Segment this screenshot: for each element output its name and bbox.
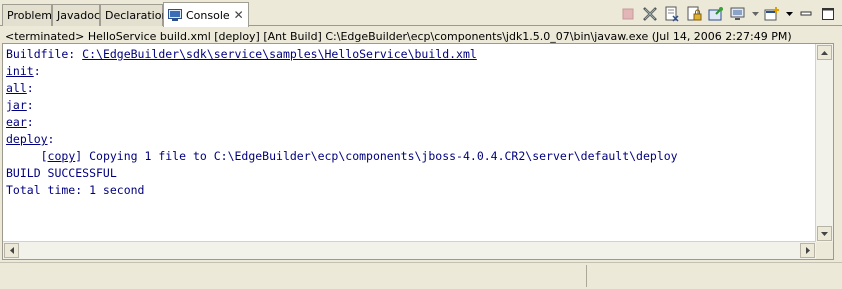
maximize-icon[interactable] xyxy=(818,5,838,23)
copy-task-link[interactable]: copy xyxy=(48,149,76,163)
scroll-up-button[interactable] xyxy=(817,45,832,60)
scroll-lock-icon[interactable] xyxy=(684,5,704,23)
target-line: ear: xyxy=(6,115,34,129)
tab-javadoc[interactable]: Javadoc xyxy=(52,4,100,26)
target-line: init: xyxy=(6,64,41,78)
view-tab-bar: Problems Javadoc Declaration Console ✕ xyxy=(0,0,842,27)
tab-label: Javadoc xyxy=(57,9,100,22)
tab-label: Declaration xyxy=(105,9,169,22)
target-init-link[interactable]: init xyxy=(6,64,34,78)
build-result: BUILD SUCCESSFUL xyxy=(6,166,117,180)
minimize-icon[interactable] xyxy=(796,5,816,23)
terminate-icon[interactable] xyxy=(618,5,638,23)
tab-label: Console xyxy=(186,9,230,22)
buildfile-line: Buildfile: C:\EdgeBuilder\sdk\service\sa… xyxy=(6,47,477,61)
chevron-down-icon[interactable] xyxy=(784,5,794,23)
target-line: deploy: xyxy=(6,132,55,146)
console-output-area[interactable]: Buildfile: C:\EdgeBuilder\sdk\service\sa… xyxy=(2,43,834,260)
status-separator xyxy=(586,265,587,287)
console-toolbar xyxy=(618,4,838,24)
total-time: Total time: 1 second xyxy=(6,183,145,197)
clear-console-icon[interactable] xyxy=(662,5,682,23)
pin-console-icon[interactable] xyxy=(706,5,726,23)
target-line: all: xyxy=(6,81,34,95)
remove-launch-icon[interactable] xyxy=(640,5,660,23)
scroll-left-button[interactable] xyxy=(4,243,19,258)
chevron-down-icon[interactable] xyxy=(750,5,760,23)
target-jar-link[interactable]: jar xyxy=(6,98,27,112)
target-line: jar: xyxy=(6,98,34,112)
target-ear-link[interactable]: ear xyxy=(6,115,27,129)
display-selected-console-icon[interactable] xyxy=(728,5,748,23)
console-text: Buildfile: C:\EdgeBuilder\sdk\service\sa… xyxy=(6,46,813,241)
scroll-down-button[interactable] xyxy=(817,226,832,241)
horizontal-scrollbar[interactable] xyxy=(3,241,816,259)
console-description: <terminated> HelloService build.xml [dep… xyxy=(0,27,842,44)
tab-label: Problems xyxy=(7,9,58,22)
copy-task-line: [copy] Copying 1 file to C:\EdgeBuilder\… xyxy=(6,149,678,163)
tab-console[interactable]: Console ✕ xyxy=(163,2,249,27)
vertical-scrollbar[interactable] xyxy=(815,44,833,242)
tab-declaration[interactable]: Declaration xyxy=(100,4,168,26)
scrollbar-corner xyxy=(816,242,833,259)
open-console-icon[interactable] xyxy=(762,5,782,23)
target-deploy-link[interactable]: deploy xyxy=(6,132,48,146)
close-tab-icon[interactable]: ✕ xyxy=(234,8,244,22)
buildfile-link[interactable]: C:\EdgeBuilder\sdk\service\samples\Hello… xyxy=(82,47,477,61)
target-all-link[interactable]: all xyxy=(6,81,27,95)
console-icon xyxy=(168,9,182,21)
scroll-right-button[interactable] xyxy=(800,243,815,258)
tab-problems[interactable]: Problems xyxy=(2,4,58,26)
status-bar xyxy=(0,262,842,289)
